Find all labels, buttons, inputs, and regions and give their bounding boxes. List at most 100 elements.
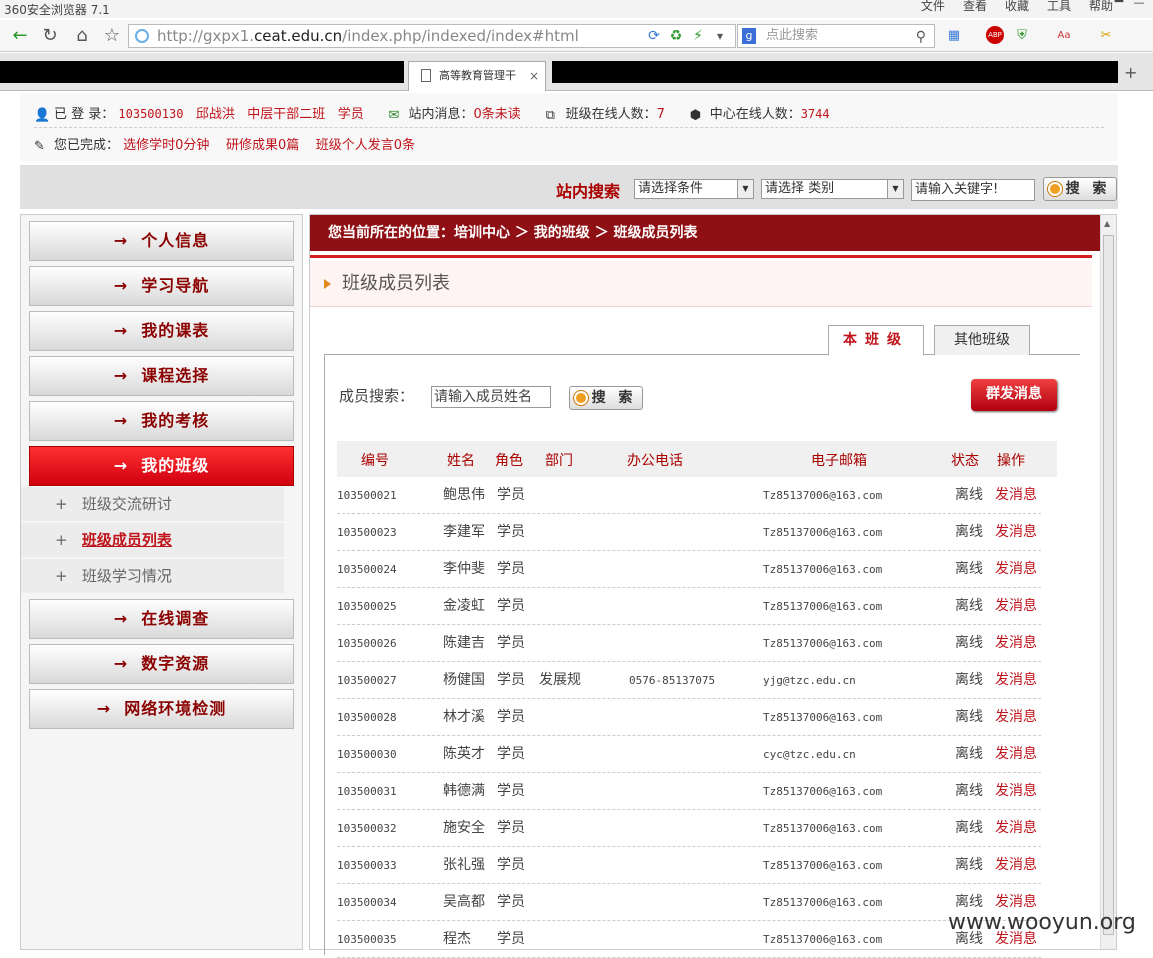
col-status: 状态 <box>951 453 979 469</box>
recycle-icon[interactable]: ♻ <box>664 24 688 48</box>
menu-tools[interactable]: 工具 <box>1047 0 1071 14</box>
cell-role: 学员 <box>497 598 525 614</box>
sidebar-item-digital-resources[interactable]: → 数字资源 <box>29 644 294 684</box>
menu-view[interactable]: 查看 <box>963 0 987 14</box>
dropdown-icon[interactable]: ▾ <box>708 24 732 48</box>
send-message-link[interactable]: 发消息 <box>995 736 1037 773</box>
send-message-link[interactable]: 发消息 <box>995 588 1037 625</box>
scrollbar-thumb[interactable] <box>1103 235 1114 935</box>
back-icon[interactable]: ← <box>8 24 32 48</box>
send-message-link[interactable]: 发消息 <box>995 514 1037 551</box>
send-message-link[interactable]: 发消息 <box>995 662 1037 699</box>
table-row: 103500031 韩德满 学员 Tz85137006@163.com 离线 发消息 <box>337 773 1041 810</box>
send-message-link[interactable]: 发消息 <box>995 551 1037 588</box>
table-header: 编号 姓名 角色 部门 办公电话 电子邮箱 状态 操作 <box>337 441 1057 477</box>
cell-id: 103500033 <box>337 859 397 872</box>
star-icon[interactable]: ☆ <box>100 24 124 48</box>
group-message-button[interactable]: 群发消息 <box>971 379 1057 411</box>
cell-id: 103500034 <box>337 896 397 909</box>
apps-icon[interactable]: ▦ <box>944 26 964 46</box>
cell-status: 离线 <box>955 635 983 651</box>
cell-email: Tz85137006@163.com <box>763 859 883 872</box>
subitem-member-list[interactable]: + 班级成员列表 <box>21 523 284 557</box>
home-icon[interactable]: ⌂ <box>70 24 94 48</box>
table-row: 103500032 施安全 学员 Tz85137006@163.com 离线 发消息 <box>337 810 1041 847</box>
done-study[interactable]: 选修学时0分钟 <box>123 138 209 153</box>
member-search-button[interactable]: 搜 索 <box>569 386 643 410</box>
center-online-icon: ⬢ <box>689 107 702 123</box>
close-icon[interactable]: × <box>529 62 539 90</box>
checklist-icon: ✎ <box>34 138 45 154</box>
cell-name: 鲍思伟 <box>443 487 485 503</box>
tab-this-class[interactable]: 本班级 <box>828 325 924 356</box>
user-role: 学员 <box>337 107 364 122</box>
sidebar: → 个人信息 → 学习导航 → 我的课表 → 课程选择 → 我的考核 → 我的班… <box>20 214 303 950</box>
subitem-class-discussion[interactable]: + 班级交流研讨 <box>21 487 284 521</box>
table-row: 103500035 程杰 学员 Tz85137006@163.com 离线 发消息 <box>337 921 1041 958</box>
send-message-link[interactable]: 发消息 <box>995 810 1037 847</box>
class-online-label: 班级在线人数： <box>565 107 657 122</box>
compat-icon[interactable]: ⟳ <box>642 24 666 48</box>
sidebar-item-survey[interactable]: → 在线调查 <box>29 599 294 639</box>
menu-favorites[interactable]: 收藏 <box>1005 0 1029 14</box>
browser-search-input[interactable]: g 点此搜索 ⚲ <box>737 24 935 48</box>
menu-file[interactable]: 文件 <box>921 0 945 14</box>
sidebar-item-study-nav[interactable]: → 学习导航 <box>29 266 294 306</box>
cell-name: 韩德满 <box>443 783 485 799</box>
arrow-icon: → <box>96 699 112 718</box>
send-message-link[interactable]: 发消息 <box>995 625 1037 662</box>
mail-icon: ✉ <box>388 107 400 123</box>
col-id: 编号 <box>361 453 389 469</box>
cell-id: 103500025 <box>337 600 397 613</box>
member-name-input[interactable]: 请输入成员姓名 <box>431 386 551 408</box>
cell-name: 李建军 <box>443 524 485 540</box>
minimize-icon[interactable]: — <box>1129 0 1149 10</box>
cell-status: 离线 <box>955 561 983 577</box>
speed-icon[interactable]: ⚡ <box>686 24 710 48</box>
tab-other-class[interactable]: 其他班级 <box>934 325 1030 355</box>
center-online-count: 3744 <box>800 107 830 121</box>
subitem-class-study-status[interactable]: + 班级学习情况 <box>21 559 284 593</box>
cell-status: 离线 <box>955 709 983 725</box>
browser-tab-active[interactable]: 高等教育管理干 × <box>408 61 546 91</box>
adblock-icon[interactable]: ABP <box>986 26 1004 44</box>
category-select[interactable]: 请选择 类别 ▼ <box>761 179 904 199</box>
send-message-link[interactable]: 发消息 <box>995 477 1037 514</box>
message-count[interactable]: 0条未读 <box>474 107 521 122</box>
send-message-link[interactable]: 发消息 <box>995 773 1037 810</box>
screenshot-icon[interactable]: ✂ <box>1096 26 1116 46</box>
table-row: 103500021 鲍思伟 学员 Tz85137006@163.com 离线 发消息 <box>337 477 1041 514</box>
new-tab-icon[interactable]: + <box>1124 63 1137 82</box>
send-message-link[interactable]: 发消息 <box>995 699 1037 736</box>
refresh-icon[interactable]: ↻ <box>38 24 62 48</box>
window-pin-icon[interactable]: ▀ <box>1109 0 1129 10</box>
cell-email: Tz85137006@163.com <box>763 489 883 502</box>
site-search-button[interactable]: 搜 索 <box>1043 177 1117 201</box>
member-search-label: 成员搜索： <box>339 387 415 405</box>
sidebar-item-schedule[interactable]: → 我的课表 <box>29 311 294 351</box>
sidebar-item-my-class[interactable]: → 我的班级 <box>29 446 294 486</box>
url-domain: ceat.edu.cn <box>254 27 343 45</box>
shield-icon[interactable]: ⛨ <box>1012 26 1032 46</box>
plus-icon: + <box>55 495 68 513</box>
done-label: 您已完成： <box>54 138 120 153</box>
done-result[interactable]: 研修成果0篇 <box>226 138 299 153</box>
search-icon[interactable]: ⚲ <box>916 26 926 48</box>
search-engine-icon[interactable]: g <box>742 28 756 44</box>
sidebar-item-personal-info[interactable]: → 个人信息 <box>29 221 294 261</box>
keyword-input[interactable]: 请输入关键字! <box>911 179 1035 201</box>
sidebar-item-network-check[interactable]: → 网络环境检测 <box>29 689 294 729</box>
sidebar-item-course-select[interactable]: → 课程选择 <box>29 356 294 396</box>
col-dept: 部门 <box>545 453 573 469</box>
sidebar-item-assessment[interactable]: → 我的考核 <box>29 401 294 441</box>
table-row: 103500028 林才溪 学员 Tz85137006@163.com 离线 发消息 <box>337 699 1041 736</box>
send-message-link[interactable]: 发消息 <box>995 847 1037 884</box>
scroll-up-icon[interactable]: ▲ <box>1104 219 1110 228</box>
col-action: 操作 <box>997 453 1025 469</box>
pdf-icon[interactable]: Aa <box>1054 26 1074 46</box>
done-speech[interactable]: 班级个人发言0条 <box>316 138 415 153</box>
vertical-scrollbar[interactable]: ▲ <box>1100 215 1116 949</box>
cell-email: Tz85137006@163.com <box>763 822 883 835</box>
condition-select[interactable]: 请选择条件 ▼ <box>634 179 754 199</box>
plus-icon: + <box>55 567 68 585</box>
